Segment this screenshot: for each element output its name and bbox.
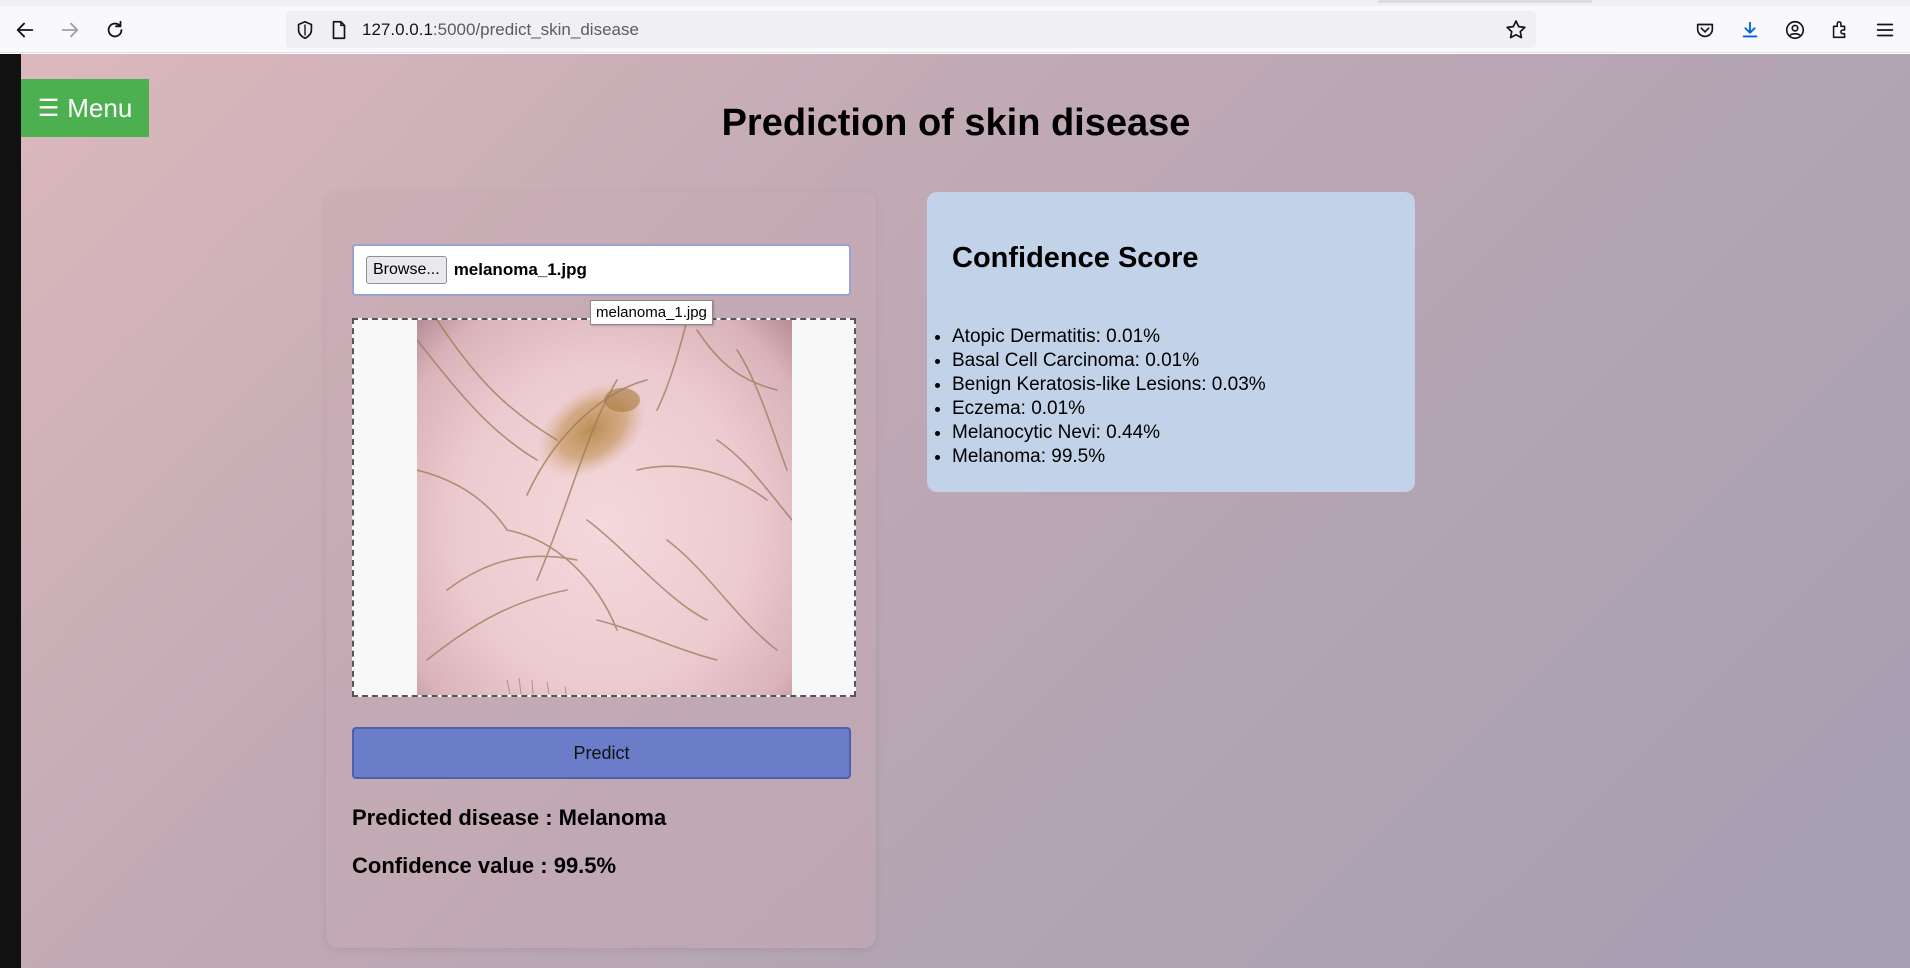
pocket-icon[interactable] bbox=[1686, 11, 1724, 49]
url-bar[interactable]: 127.0.0.1:5000/predict_skin_disease bbox=[286, 11, 1536, 48]
tab-indicator bbox=[1378, 0, 1592, 3]
download-icon[interactable] bbox=[1731, 11, 1769, 49]
confidence-item: Atopic Dermatitis: 0.01% bbox=[952, 325, 1266, 349]
url-text[interactable]: 127.0.0.1:5000/predict_skin_disease bbox=[362, 20, 639, 40]
predicted-disease-text: Predicted disease : Melanoma bbox=[352, 805, 667, 830]
predict-button[interactable]: Predict bbox=[352, 727, 851, 779]
confidence-value-text: Confidence value : 99.5% bbox=[352, 853, 617, 878]
url-path: :5000/predict_skin_disease bbox=[432, 20, 639, 39]
confidence-item: Eczema: 0.01% bbox=[952, 397, 1266, 421]
left-edge-strip bbox=[0, 54, 21, 968]
browse-button[interactable]: Browse... bbox=[366, 256, 447, 284]
page-title: Prediction of skin disease bbox=[721, 102, 1191, 144]
selected-file-name: melanoma_1.jpg bbox=[453, 260, 587, 279]
star-icon[interactable] bbox=[1504, 18, 1528, 42]
confidence-item: Melanocytic Nevi: 0.44% bbox=[952, 421, 1266, 445]
url-host: 127.0.0.1 bbox=[362, 20, 433, 39]
back-icon[interactable] bbox=[6, 11, 44, 49]
confidence-card: Confidence Score Atopic Dermatitis: 0.01… bbox=[927, 192, 1415, 492]
image-preview bbox=[352, 318, 856, 697]
hamburger-menu-icon[interactable] bbox=[1866, 11, 1904, 49]
file-name-tooltip: melanoma_1.jpg bbox=[590, 300, 713, 325]
confidence-item: Melanoma: 99.5% bbox=[952, 445, 1266, 469]
shield-icon[interactable] bbox=[294, 19, 316, 41]
upload-card: Browse... melanoma_1.jpg melanoma_1.jpg bbox=[326, 192, 876, 948]
file-input[interactable]: Browse... melanoma_1.jpg bbox=[352, 244, 851, 296]
page-icon[interactable] bbox=[328, 19, 350, 41]
skin-lesion-image bbox=[417, 320, 792, 695]
confidence-item: Benign Keratosis-like Lesions: 0.03% bbox=[952, 373, 1266, 397]
account-icon[interactable] bbox=[1776, 11, 1814, 49]
confidence-list: Atopic Dermatitis: 0.01% Basal Cell Carc… bbox=[952, 325, 1266, 469]
extensions-icon[interactable] bbox=[1821, 11, 1859, 49]
browser-toolbar: 127.0.0.1:5000/predict_skin_disease bbox=[0, 6, 1910, 53]
forward-icon[interactable] bbox=[51, 11, 89, 49]
confidence-item: Basal Cell Carcinoma: 0.01% bbox=[952, 349, 1266, 373]
page-viewport: ☰ Menu Prediction of skin disease Browse… bbox=[0, 54, 1910, 968]
reload-icon[interactable] bbox=[96, 11, 134, 49]
confidence-title: Confidence Score bbox=[952, 242, 1199, 274]
